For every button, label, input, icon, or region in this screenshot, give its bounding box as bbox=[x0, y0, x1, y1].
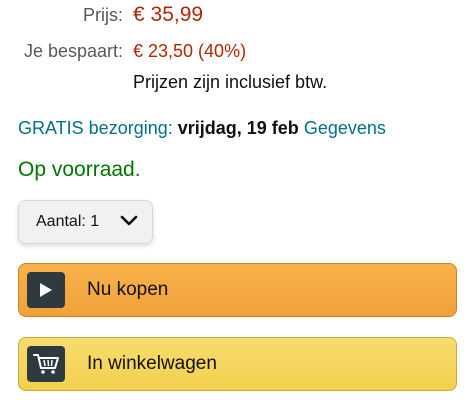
stock-status: Op voorraad. bbox=[18, 158, 141, 181]
buy-now-label: Nu kopen bbox=[87, 279, 169, 300]
quantity-label: Aantal: bbox=[36, 213, 86, 230]
shopping-cart-icon bbox=[27, 346, 65, 382]
savings-value: € 23,50 (40%) bbox=[133, 41, 247, 61]
quantity-text: Aantal: 1 bbox=[36, 213, 99, 231]
delivery-date: vrijdag, 19 feb bbox=[177, 118, 299, 138]
chevron-down-icon bbox=[120, 215, 138, 226]
quantity-dropdown[interactable]: Aantal: 1 bbox=[18, 200, 153, 244]
add-to-cart-label: In winkelwagen bbox=[87, 353, 217, 374]
free-delivery-link[interactable]: GRATIS bezorging: bbox=[18, 118, 173, 138]
delivery-info: GRATIS bezorging: vrijdag, 19 feb Gegeve… bbox=[18, 118, 386, 139]
price-label: Prijs: bbox=[83, 5, 123, 25]
quantity-value: 1 bbox=[90, 213, 100, 230]
add-to-cart-button[interactable]: In winkelwagen bbox=[18, 337, 457, 391]
delivery-details-link[interactable]: Gegevens bbox=[304, 118, 386, 138]
price-value: € 35,99 bbox=[133, 3, 204, 26]
play-icon bbox=[27, 272, 65, 308]
savings-label: Je bespaart: bbox=[23, 41, 123, 61]
vat-note: Prijzen zijn inclusief btw. bbox=[133, 72, 328, 92]
buy-now-button[interactable]: Nu kopen bbox=[18, 263, 457, 317]
